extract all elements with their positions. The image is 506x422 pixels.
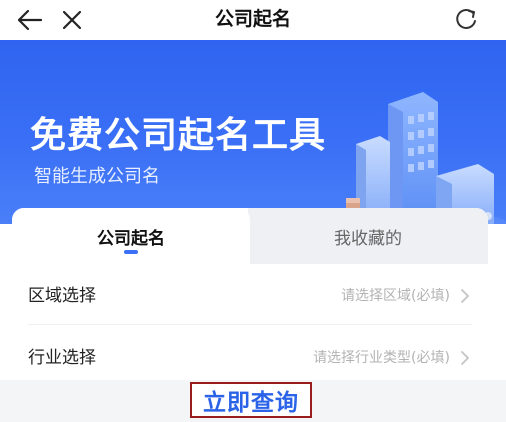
tab-bar: 我收藏的 公司起名 [12,208,488,264]
query-button[interactable]: 立即查询 [190,382,312,418]
industry-select-row[interactable]: 行业选择 请选择行业类型(必填) [12,328,488,380]
tab-favorites[interactable]: 我收藏的 [248,208,488,264]
industry-placeholder: 请选择行业类型(必填) [313,350,450,366]
tab-label: 我收藏的 [334,228,402,249]
divider [28,324,472,325]
region-placeholder: 请选择区域(必填) [341,288,450,304]
industry-label: 行业选择 [28,348,96,368]
banner-heading: 免费公司起名工具 [30,115,327,156]
chevron-right-icon [461,289,469,303]
hero-banner: 免费公司起名工具 智能生成公司名 [0,40,506,224]
refresh-icon[interactable] [452,5,480,33]
tab-label: 公司起名 [97,228,165,249]
page-title: 公司起名 [214,8,291,30]
form-card: 我收藏的 公司起名 区域选择 请选择区域(必填) 行业选择 请选择行业类型(必填… [12,208,488,380]
region-select-row[interactable]: 区域选择 请选择区域(必填) [12,266,488,326]
tab-company-naming[interactable]: 公司起名 [12,208,250,264]
active-tab-indicator [124,250,138,254]
top-bar: 公司起名 [0,0,506,40]
city-buildings-illustration [326,92,506,224]
chevron-right-icon [461,351,469,365]
banner-subheading: 智能生成公司名 [34,166,160,187]
region-label: 区域选择 [28,286,96,306]
